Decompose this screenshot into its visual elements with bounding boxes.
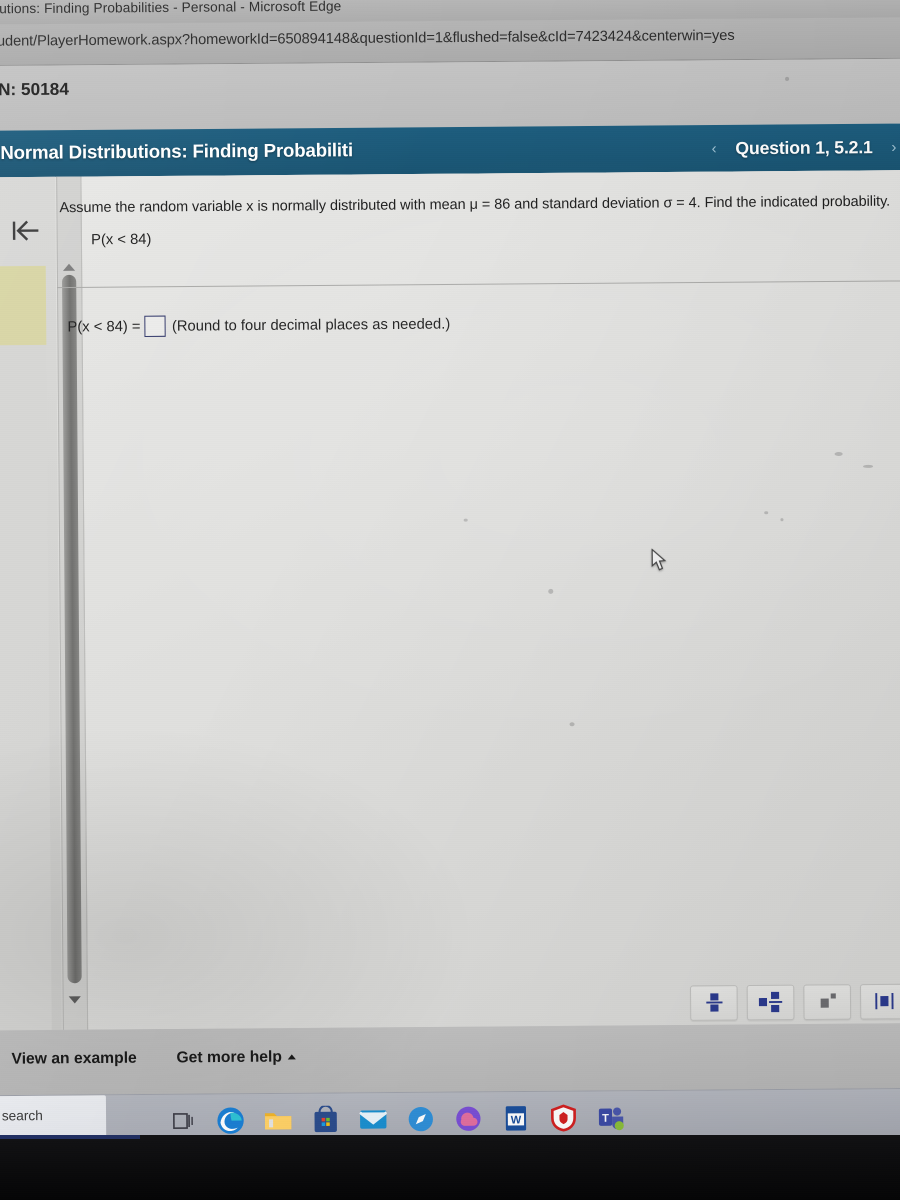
- security-shield-icon[interactable]: [542, 1095, 585, 1140]
- answer-prefix-label: P(x < 84) =: [67, 318, 141, 336]
- svg-text:W: W: [511, 1114, 522, 1126]
- absolute-value-icon: [873, 990, 895, 1012]
- scrollbar-thumb[interactable]: [61, 274, 82, 984]
- question-body: Assume the random variable x is normally…: [0, 170, 900, 1031]
- caret-up-icon: [287, 1054, 297, 1060]
- question-header-bar: Normal Distributions: Finding Probabilit…: [0, 123, 900, 178]
- fraction-icon: [704, 991, 724, 1013]
- question-prompt: Assume the random variable x is normally…: [59, 193, 891, 217]
- chevron-left-icon[interactable]: ‹: [705, 140, 723, 157]
- question-content-pane: Assume the random variable x is normally…: [57, 170, 900, 1030]
- answer-input[interactable]: [144, 315, 166, 337]
- absolute-value-button[interactable]: [859, 983, 900, 1020]
- gutter-background: [0, 344, 52, 1031]
- page-top-strip: RN: 50184: [0, 58, 900, 131]
- question-expression: P(x < 84): [91, 231, 152, 249]
- divider: [57, 280, 900, 289]
- search-input-label[interactable]: search: [2, 1108, 43, 1124]
- mixed-number-icon: [757, 991, 783, 1013]
- answer-hint-label: (Round to four decimal places as needed.…: [171, 315, 451, 335]
- browser-address-bar[interactable]: Student/PlayerHomework.aspx?homeworkId=6…: [0, 17, 900, 66]
- taskbar-glow: [0, 1135, 140, 1139]
- highlight-block: [0, 265, 47, 346]
- back-to-start-icon[interactable]: [7, 215, 44, 246]
- scroll-up-arrow-icon[interactable]: [62, 263, 76, 271]
- mixed-number-button[interactable]: [746, 984, 795, 1020]
- question-navigator: ‹ Question 1, 5.2.1 ›: [705, 124, 900, 172]
- question-number-label: Question 1, 5.2.1: [735, 136, 873, 158]
- svg-text:T: T: [602, 1112, 609, 1124]
- get-more-help-label: Get more help: [176, 1048, 282, 1067]
- mouse-pointer-icon: [651, 548, 668, 576]
- computer-screen: stributions: Finding Probabilities - Per…: [0, 0, 900, 1147]
- monitor-bezel: [0, 1135, 900, 1200]
- answer-row: P(x < 84) = (Round to four decimal place…: [67, 313, 450, 337]
- scroll-down-arrow-icon[interactable]: [68, 996, 81, 1004]
- onedrive-icon[interactable]: [447, 1096, 490, 1141]
- exponent-button[interactable]: [803, 983, 852, 1020]
- left-gutter: [0, 176, 62, 1031]
- photograph-of-screen: stributions: Finding Probabilities - Per…: [0, 0, 900, 1200]
- chevron-right-icon[interactable]: ›: [885, 138, 900, 155]
- fraction-button[interactable]: [689, 984, 738, 1021]
- question-footer: View an example Get more help: [0, 1023, 900, 1096]
- math-palette: [689, 979, 900, 1024]
- course-id-label: RN: 50184: [0, 79, 69, 100]
- microsoft-word-icon[interactable]: W: [495, 1095, 538, 1140]
- get-more-help-link[interactable]: Get more help: [176, 1048, 297, 1067]
- window-title: stributions: Finding Probabilities - Per…: [0, 0, 342, 17]
- page-title: Normal Distributions: Finding Probabilit…: [0, 139, 354, 164]
- microsoft-teams-icon[interactable]: T: [590, 1095, 633, 1140]
- address-bar-url[interactable]: Student/PlayerHomework.aspx?homeworkId=6…: [0, 28, 735, 50]
- exponent-icon: [816, 990, 838, 1012]
- view-an-example-link[interactable]: View an example: [11, 1050, 136, 1069]
